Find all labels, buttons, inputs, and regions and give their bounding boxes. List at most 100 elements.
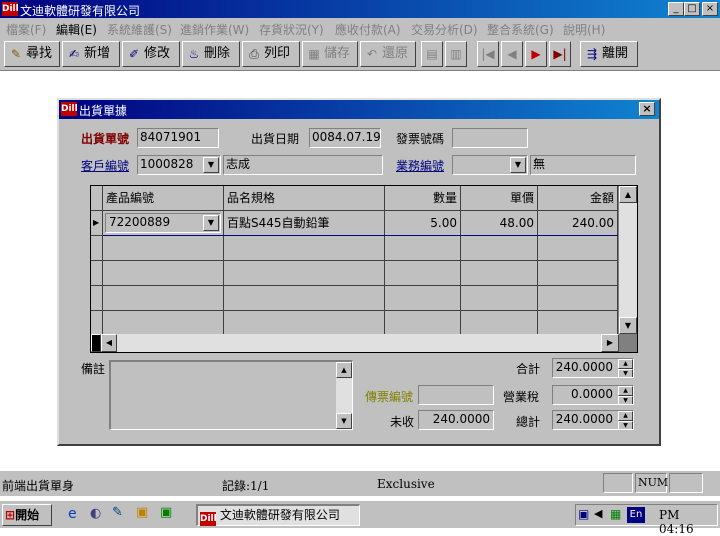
menu-inventory[interactable]: 存貨狀況(Y) [259, 21, 324, 38]
scroll-thumb[interactable] [91, 334, 101, 352]
chevron-down-icon[interactable]: ▼ [203, 157, 219, 173]
delete-button[interactable]: ♨ 刪除 [182, 41, 240, 67]
scroll-down-arrow-icon[interactable]: ▼ [336, 413, 352, 429]
chevron-down-icon[interactable]: ▼ [510, 157, 526, 173]
volume-icon[interactable]: ◀ [594, 507, 602, 520]
sales-label[interactable]: 業務編號 [396, 157, 444, 174]
spin-up-icon[interactable]: ▲ [618, 411, 633, 421]
header-unit-price[interactable]: 單價 [461, 186, 538, 211]
menu-integration[interactable]: 整合系統(G) [487, 21, 554, 38]
ie-icon[interactable]: e [68, 506, 77, 522]
network-icon[interactable]: ▣ [578, 507, 589, 521]
start-label: 開始 [15, 508, 40, 522]
quantity-cell[interactable]: 5.00 [385, 211, 461, 236]
print-button[interactable]: ⎙ 列印 [242, 41, 300, 67]
header-quantity[interactable]: 數量 [385, 186, 461, 211]
find-button[interactable]: ✎ 尋找 [4, 41, 60, 67]
sales-code-combo[interactable]: ▼ [452, 155, 528, 175]
table-row[interactable] [91, 261, 637, 286]
dialog-close-button[interactable]: × [639, 102, 655, 116]
horizontal-scrollbar[interactable]: ◀ ▶ [91, 334, 619, 352]
restore-button[interactable]: ↶ 還原 [360, 41, 416, 67]
header-amount[interactable]: 金額 [538, 186, 618, 211]
sort-button[interactable]: ▥ [445, 41, 467, 67]
menu-edit[interactable]: 編輯(E) [56, 21, 97, 38]
first-icon: |◀ [481, 47, 495, 61]
maximize-button[interactable]: □ [684, 2, 700, 16]
folder-icon[interactable]: ▣ [136, 505, 148, 520]
pen-icon[interactable]: ✎ [112, 505, 123, 520]
menu-help[interactable]: 說明(H) [563, 21, 605, 38]
last-record-button[interactable]: ▶| [549, 41, 571, 67]
status-caps-indicator [603, 473, 633, 493]
scroll-up-arrow-icon[interactable]: ▲ [619, 186, 637, 203]
scroll-right-arrow-icon[interactable]: ▶ [601, 334, 619, 352]
tax-field[interactable]: 0.0000 ▲ ▼ [552, 385, 634, 405]
dialog-logo-icon: Dill [61, 102, 78, 116]
header-product-code[interactable]: 產品編號 [103, 186, 224, 211]
add-button[interactable]: ✍ 新增 [62, 41, 120, 67]
next-record-button[interactable]: ▶ [525, 41, 547, 67]
close-button[interactable]: × [702, 2, 718, 16]
order-no-field[interactable]: 84071901 [137, 128, 219, 148]
menu-sales[interactable]: 進銷作業(W) [180, 21, 249, 38]
edit-button[interactable]: ✐ 修改 [122, 41, 180, 67]
status-scroll-indicator [669, 473, 703, 493]
subtotal-spinner[interactable]: ▲ ▼ [618, 359, 633, 377]
tax-label: 營業稅 [503, 390, 540, 404]
product-code-value: 72200889 [109, 215, 171, 229]
system-tray: ▣ ◀ ▦ En PM 04:16 [575, 504, 718, 536]
save-button[interactable]: ▦ 儲存 [302, 41, 358, 67]
product-code-cell[interactable]: 72200889 ▼ [103, 211, 224, 236]
amount-cell[interactable]: 240.00 [538, 211, 618, 236]
spin-up-icon[interactable]: ▲ [618, 386, 633, 396]
vertical-scrollbar[interactable]: ▲ ▼ [619, 186, 637, 334]
unit-price-cell[interactable]: 48.00 [461, 211, 538, 236]
outlook-icon[interactable]: ◐ [90, 506, 101, 521]
first-record-button[interactable]: |◀ [477, 41, 499, 67]
start-button[interactable]: ⊞開始 [2, 504, 52, 526]
unreceived-field[interactable]: 240.0000 [418, 410, 494, 430]
spin-down-icon[interactable]: ▼ [618, 369, 633, 377]
chevron-down-icon[interactable]: ▼ [203, 215, 219, 231]
search-icon: ✎ [10, 46, 22, 61]
spin-down-icon[interactable]: ▼ [618, 396, 633, 404]
taskbar-app-button[interactable]: Dill 文迪軟體研發有限公司 [196, 504, 360, 526]
product-code-combo[interactable]: 72200889 ▼ [105, 213, 221, 233]
filter-button[interactable]: ▤ [421, 41, 443, 67]
total-field[interactable]: 240.0000 ▲ ▼ [552, 410, 634, 430]
spin-up-icon[interactable]: ▲ [618, 359, 633, 369]
scroll-up-arrow-icon[interactable]: ▲ [336, 362, 352, 378]
table-row[interactable] [91, 286, 637, 311]
header-product-name[interactable]: 品名規格 [224, 186, 385, 211]
customer-code-combo[interactable]: 1000828 ▼ [137, 155, 221, 175]
table-row[interactable]: ▶ 72200889 ▼ 百點S445自動鉛筆 5.00 48.00 240.0… [91, 211, 637, 236]
remarks-textarea[interactable]: ▲ ▼ [109, 360, 353, 430]
exit-button[interactable]: ⇶ 離開 [580, 41, 638, 67]
total-spinner[interactable]: ▲ ▼ [618, 411, 633, 429]
minimize-button[interactable]: _ [668, 2, 684, 16]
tray-app-icon[interactable]: ▦ [610, 507, 621, 521]
voucher-no-field[interactable] [418, 385, 494, 405]
ship-date-field[interactable]: 0084.07.19 [309, 128, 381, 148]
prev-record-button[interactable]: ◀ [501, 41, 523, 67]
invoice-no-field[interactable] [452, 128, 528, 148]
tax-spinner[interactable]: ▲ ▼ [618, 386, 633, 404]
table-row[interactable] [91, 236, 637, 261]
menu-ar-ap[interactable]: 應收付款(A) [335, 21, 401, 38]
subtotal-field[interactable]: 240.0000 ▲ ▼ [552, 358, 634, 378]
menu-system[interactable]: 系統維護(S) [107, 21, 172, 38]
customer-name-field[interactable]: 志成 [223, 155, 383, 175]
menu-file[interactable]: 檔案(F) [6, 21, 46, 38]
customer-label[interactable]: 客戶編號 [81, 157, 129, 174]
sales-name-field[interactable]: 無 [530, 155, 636, 175]
scroll-down-arrow-icon[interactable]: ▼ [619, 317, 637, 334]
scroll-left-arrow-icon[interactable]: ◀ [101, 334, 117, 352]
language-indicator[interactable]: En [627, 507, 645, 523]
spin-down-icon[interactable]: ▼ [618, 421, 633, 429]
product-name-cell[interactable]: 百點S445自動鉛筆 [224, 211, 385, 236]
remarks-scrollbar[interactable]: ▲ ▼ [336, 362, 352, 429]
table-row[interactable] [91, 311, 637, 336]
menu-analysis[interactable]: 交易分析(D) [411, 21, 478, 38]
app-quicklaunch-icon[interactable]: ▣ [160, 505, 172, 520]
